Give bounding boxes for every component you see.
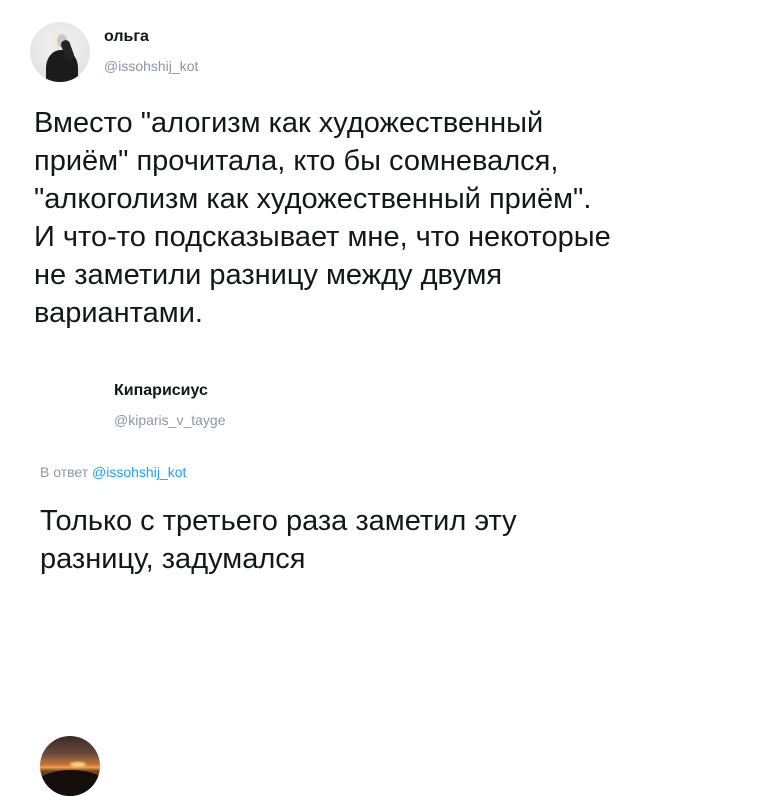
reply-text: Только с третьего раза заметил эту разни… xyxy=(40,505,517,575)
author-name[interactable]: ольга xyxy=(104,28,149,46)
reply-prefix: В ответ xyxy=(40,464,89,480)
author-handle[interactable]: @issohshij_kot xyxy=(104,58,198,74)
tweet-text: Вместо "алогизм как художественный приём… xyxy=(34,107,611,329)
reply-mention-link[interactable]: @issohshij_kot xyxy=(92,464,186,480)
author-avatar[interactable] xyxy=(30,22,90,82)
reply-author-avatar[interactable] xyxy=(40,736,100,796)
reply-context: В ответ @issohshij_kot xyxy=(40,464,186,480)
reply-author-name[interactable]: Кипарисиус xyxy=(114,382,208,400)
reply-author-handle[interactable]: @kiparis_v_tayge xyxy=(114,412,226,428)
